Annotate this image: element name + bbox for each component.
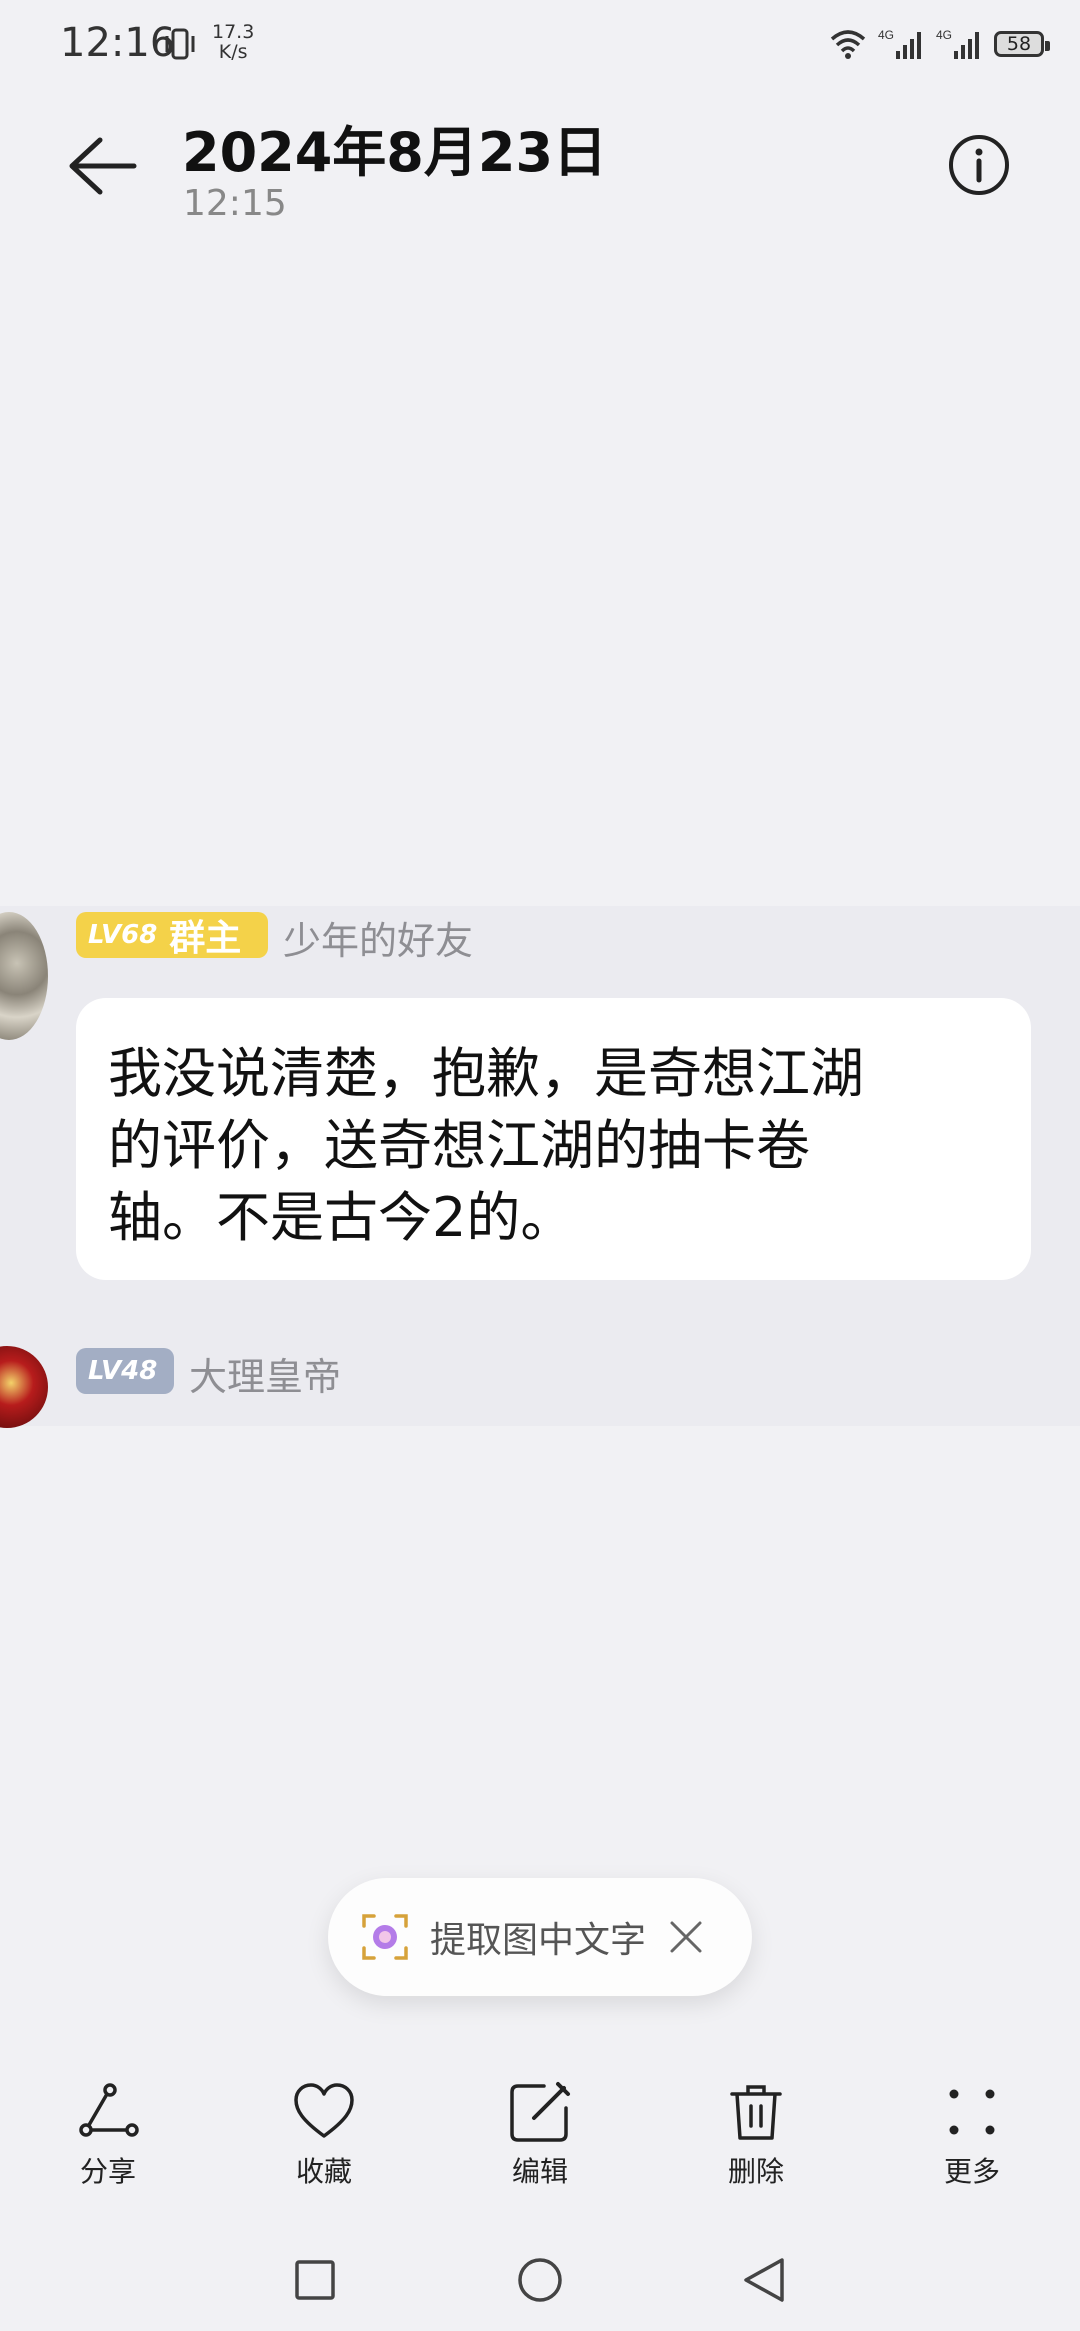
bottom-toolbar: 分享 收藏 编辑 删除 更多 [0, 2080, 1080, 2210]
more-button[interactable]: 更多 [864, 2080, 1080, 2210]
share-button[interactable]: 分享 [0, 2080, 216, 2210]
back-arrow-icon[interactable] [66, 134, 138, 198]
sender-name: 少年的好友 [283, 919, 474, 963]
signal-4g-icon: 4G [936, 28, 979, 59]
message-line: 我没说清楚，抱歉，是奇想江湖 [108, 1042, 864, 1105]
status-time: 12:16 [60, 20, 176, 66]
level-text: LV48 [88, 1356, 158, 1386]
wifi-icon [830, 30, 866, 59]
signal-4g-icon: 4G [878, 28, 921, 59]
network-speed: 17.3 K/s [212, 22, 254, 62]
message-line: 轴。不是古今2的。 [108, 1186, 575, 1249]
recent-apps-icon[interactable] [285, 2250, 345, 2310]
message-line: 的评价，送奇想江湖的抽卡卷 [108, 1114, 810, 1177]
share-label: 分享 [79, 2155, 136, 2188]
level-badge: LV48 [76, 1348, 174, 1394]
battery-icon: 58 [994, 31, 1050, 57]
status-bar: 12:16 17.3 K/s 4G 4G 58 [0, 0, 1080, 86]
vibrate-icon [165, 28, 195, 60]
close-icon[interactable] [668, 1919, 704, 1955]
delete-label: 删除 [727, 2155, 784, 2188]
share-icon [79, 2083, 139, 2137]
scan-text-icon [362, 1914, 408, 1960]
edit-label: 编辑 [511, 2155, 568, 2188]
heart-icon [294, 2083, 354, 2138]
svg-text:4G: 4G [936, 28, 952, 42]
page-title: 2024年8月23日 [182, 121, 608, 184]
extract-text-button[interactable]: 提取图中文字 [328, 1878, 752, 1996]
role-text: 群主 [169, 918, 242, 959]
system-navigation-bar [0, 2236, 1080, 2331]
speed-value: 17.3 [212, 21, 255, 43]
message-bubble: 我没说清楚，抱歉，是奇想江湖 的评价，送奇想江湖的抽卡卷 轴。不是古今2的。 [76, 998, 1031, 1280]
favorite-label: 收藏 [295, 2155, 352, 2188]
info-icon[interactable] [948, 134, 1010, 196]
more-icon [949, 2089, 995, 2135]
page-subtitle-time: 12:15 [183, 183, 287, 224]
delete-button[interactable]: 删除 [648, 2080, 864, 2210]
svg-text:4G: 4G [878, 28, 894, 42]
extract-text-label: 提取图中文字 [430, 1920, 647, 1961]
trash-icon [730, 2085, 782, 2140]
edit-icon [510, 2082, 570, 2142]
speed-unit: K/s [218, 41, 248, 63]
level-badge: LV68 群主 [76, 912, 268, 959]
favorite-button[interactable]: 收藏 [216, 2080, 432, 2210]
status-icons: 4G 4G 58 [828, 24, 1050, 64]
home-icon[interactable] [510, 2250, 570, 2310]
more-label: 更多 [943, 2155, 1000, 2188]
level-text: LV68 [88, 920, 158, 950]
back-icon[interactable] [734, 2250, 794, 2310]
sender-name: 大理皇帝 [189, 1355, 342, 1399]
edit-button[interactable]: 编辑 [432, 2080, 648, 2210]
